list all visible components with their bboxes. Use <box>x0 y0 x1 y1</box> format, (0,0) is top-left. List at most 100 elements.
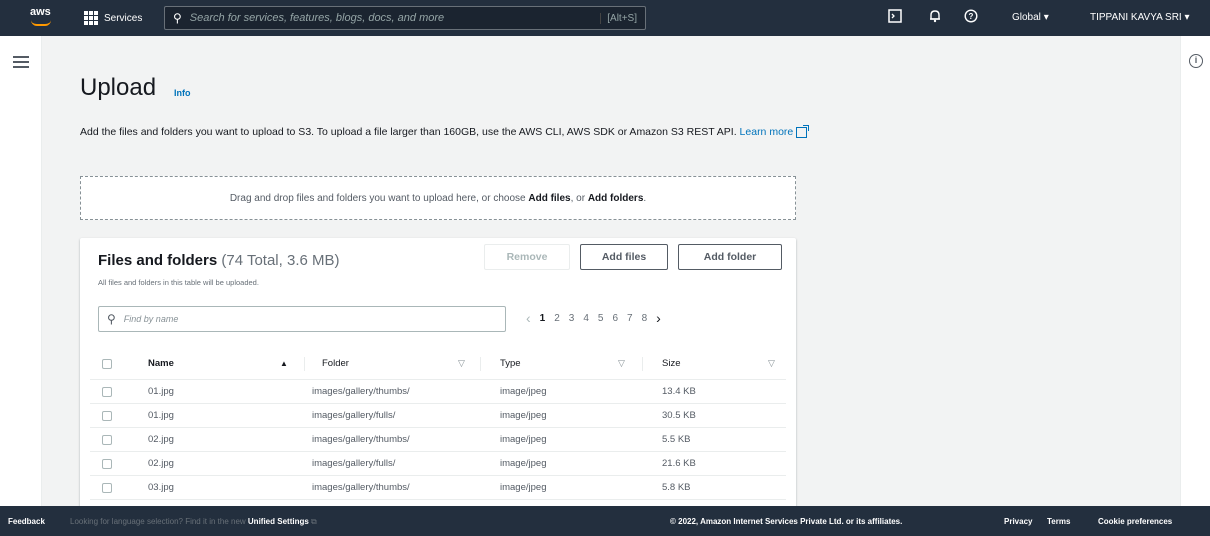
search-icon: ⚲ <box>173 11 182 25</box>
page-4[interactable]: 4 <box>583 313 589 324</box>
help-icon[interactable]: ? <box>962 9 980 27</box>
page-5[interactable]: 5 <box>598 313 604 324</box>
page-6[interactable]: 6 <box>612 313 618 324</box>
column-header-type[interactable]: Type <box>500 348 521 379</box>
learn-more-link[interactable]: Learn more <box>739 124 810 138</box>
file-type: image/jpeg <box>500 434 547 445</box>
services-label: Services <box>104 12 143 24</box>
right-tools-rail: i <box>1180 36 1210 506</box>
file-folder: images/gallery/thumbs/ <box>312 434 410 445</box>
page-8[interactable]: 8 <box>642 313 648 324</box>
aws-logo[interactable]: aws <box>30 6 52 30</box>
dropzone-text: Drag and drop files and folders you want… <box>229 192 526 204</box>
info-link[interactable]: Info <box>174 88 191 98</box>
filter-placeholder: Find by name <box>123 314 179 324</box>
file-name: 03.jpg <box>148 482 174 493</box>
external-link-icon <box>796 124 810 138</box>
next-page-icon[interactable]: › <box>656 310 661 326</box>
panel-count: (74 Total, 3.6 MB) <box>221 252 340 269</box>
file-type: image/jpeg <box>500 458 547 469</box>
files-table: Name ▲ Folder ▽ Type ▽ Size ▽ 01.jpg ima… <box>90 348 786 500</box>
cookie-preferences-link[interactable]: Cookie preferences <box>1098 517 1172 526</box>
page-title: Upload <box>80 74 157 101</box>
add-files-button[interactable]: Add files <box>580 244 668 270</box>
row-checkbox[interactable] <box>102 428 112 451</box>
pagination: ‹ 1 2 3 4 5 6 7 8 › <box>526 310 661 326</box>
aws-logo-text: aws <box>30 6 51 18</box>
previous-page-icon[interactable]: ‹ <box>526 310 531 326</box>
terms-link[interactable]: Terms <box>1047 517 1070 526</box>
page-description: Add the files and folders you want to up… <box>80 124 810 140</box>
table-row[interactable]: 03.jpg images/gallery/thumbs/ image/jpeg… <box>90 476 786 500</box>
row-checkbox[interactable] <box>102 404 112 427</box>
cloudshell-icon[interactable] <box>886 9 904 27</box>
table-row[interactable]: 02.jpg images/gallery/fulls/ image/jpeg … <box>90 452 786 476</box>
description-text: Add the files and folders you want to up… <box>80 126 737 138</box>
file-size: 5.8 KB <box>662 482 691 493</box>
hamburger-menu-icon[interactable] <box>13 56 29 68</box>
file-name: 02.jpg <box>148 458 174 469</box>
dropzone-add-files: Add files <box>528 192 571 204</box>
file-name: 01.jpg <box>148 410 174 421</box>
search-icon: ⚲ <box>107 312 116 326</box>
privacy-link[interactable]: Privacy <box>1004 517 1032 526</box>
column-header-name[interactable]: Name <box>148 348 174 379</box>
file-size: 5.5 KB <box>662 434 691 445</box>
add-folder-button[interactable]: Add folder <box>678 244 782 270</box>
global-search-input[interactable]: ⚲ Search for services, features, blogs, … <box>164 6 646 30</box>
footer-language-note: Looking for language selection? Find it … <box>70 517 317 527</box>
sort-ascending-icon[interactable]: ▲ <box>280 348 288 379</box>
sort-icon[interactable]: ▽ <box>768 348 775 379</box>
file-size: 21.6 KB <box>662 458 696 469</box>
file-type: image/jpeg <box>500 386 547 397</box>
column-type-label: Type <box>500 358 521 369</box>
row-checkbox[interactable] <box>102 380 112 403</box>
svg-text:?: ? <box>969 12 974 21</box>
dropzone-end: . <box>643 192 647 204</box>
unified-settings-link[interactable]: Unified Settings <box>248 517 309 526</box>
page-3[interactable]: 3 <box>569 313 575 324</box>
remove-button[interactable]: Remove <box>484 244 570 270</box>
region-selector[interactable]: Global ▾ <box>1012 12 1049 23</box>
file-folder: images/gallery/thumbs/ <box>312 482 410 493</box>
table-row[interactable]: 02.jpg images/gallery/thumbs/ image/jpeg… <box>90 428 786 452</box>
sort-icon[interactable]: ▽ <box>618 348 625 379</box>
main-content: Upload Info Add the files and folders yo… <box>42 36 1180 508</box>
find-by-name-input[interactable]: ⚲ Find by name <box>98 306 506 332</box>
panel-title-text: Files and folders <box>98 252 218 269</box>
table-row[interactable]: 01.jpg images/gallery/thumbs/ image/jpeg… <box>90 380 786 404</box>
row-checkbox[interactable] <box>102 452 112 475</box>
file-folder: images/gallery/thumbs/ <box>312 386 410 397</box>
file-name: 02.jpg <box>148 434 174 445</box>
feedback-link[interactable]: Feedback <box>8 517 45 526</box>
column-header-folder[interactable]: Folder <box>322 348 349 379</box>
sort-icon[interactable]: ▽ <box>458 348 465 379</box>
search-placeholder: Search for services, features, blogs, do… <box>189 12 445 24</box>
page-2[interactable]: 2 <box>554 313 560 324</box>
row-checkbox[interactable] <box>102 476 112 499</box>
column-header-size[interactable]: Size <box>662 348 680 379</box>
dropzone-add-folders: Add folders <box>587 192 644 204</box>
language-note-text: Looking for language selection? Find it … <box>70 517 248 526</box>
column-folder-label: Folder <box>322 358 349 369</box>
top-navigation: aws Services ⚲ Search for services, feat… <box>0 0 1210 36</box>
external-link-icon: ⧉ <box>311 517 317 526</box>
page-7[interactable]: 7 <box>627 313 633 324</box>
info-panel-icon[interactable]: i <box>1189 54 1203 68</box>
panel-subtitle: All files and folders in this table will… <box>98 278 259 287</box>
services-menu-button[interactable]: Services <box>80 8 146 28</box>
chevron-down-icon: ▾ <box>1184 12 1190 23</box>
page-1[interactable]: 1 <box>540 313 546 324</box>
notifications-bell-icon[interactable] <box>926 9 944 27</box>
left-navigation-rail <box>0 36 42 506</box>
file-folder: images/gallery/fulls/ <box>312 458 396 469</box>
file-type: image/jpeg <box>500 410 547 421</box>
account-menu[interactable]: TIPPANI KAVYA SRI ▾ <box>1090 12 1190 23</box>
chevron-down-icon: ▾ <box>1043 12 1049 23</box>
search-shortcut: [Alt+S] <box>600 12 637 24</box>
file-dropzone[interactable]: Drag and drop files and folders you want… <box>80 176 796 220</box>
learn-more-label: Learn more <box>739 126 794 138</box>
grid-icon <box>84 11 98 25</box>
select-all-checkbox[interactable] <box>102 348 112 379</box>
table-row[interactable]: 01.jpg images/gallery/fulls/ image/jpeg … <box>90 404 786 428</box>
